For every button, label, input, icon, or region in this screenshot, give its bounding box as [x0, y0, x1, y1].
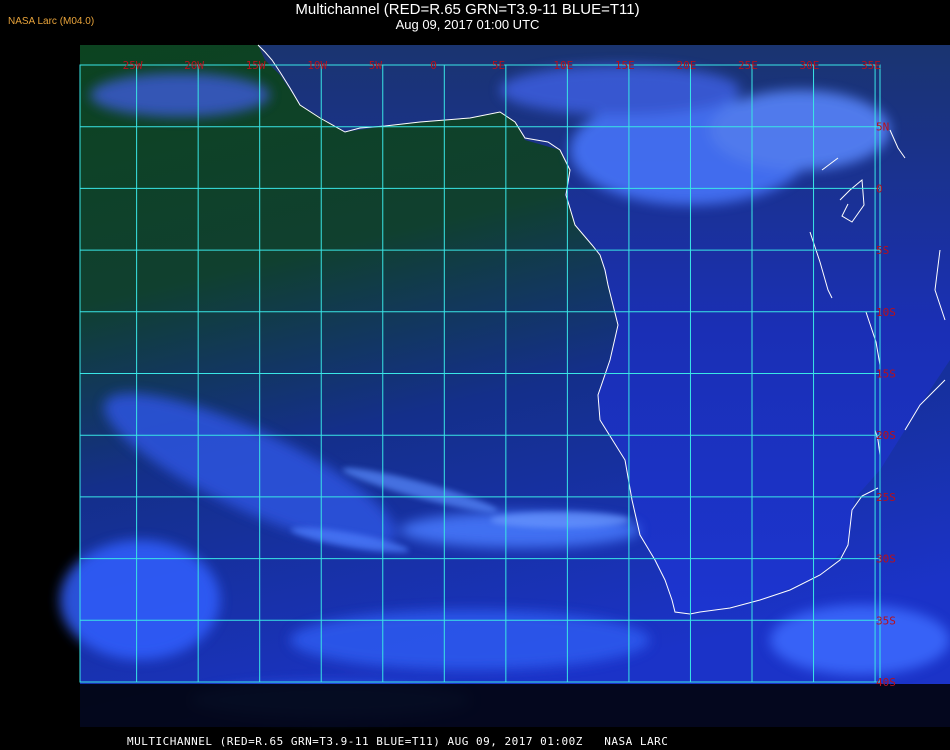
lat-label: 15S [876, 368, 896, 381]
lat-label: 35S [876, 614, 896, 627]
lon-label: 35E [861, 59, 881, 72]
lat-label: 20S [876, 429, 896, 442]
lon-label: 20E [676, 59, 696, 72]
empty-scan-area [80, 684, 950, 727]
lat-label: 5S [876, 244, 889, 257]
lon-label: 10W [307, 59, 327, 72]
satellite-map: 25W 20W 15W 10W 5W 0 5E 10E 15E 20E 25E 30E 35E 5N 0 5S… [60, 44, 950, 727]
lon-label: 20W [184, 59, 204, 72]
map-footer-caption: MULTICHANNEL (RED=R.65 GRN=T3.9-11 BLUE=… [127, 735, 669, 748]
lon-label: 0 [430, 59, 437, 72]
lat-label: 10S [876, 306, 896, 319]
lat-label: 25S [876, 491, 896, 504]
lat-label: 0 [876, 182, 883, 195]
lon-label: 10E [553, 59, 573, 72]
lon-label: 15W [246, 59, 266, 72]
lon-label: 30E [800, 59, 820, 72]
lon-label: 25E [738, 59, 758, 72]
lat-label: 40S [876, 676, 896, 689]
lon-label: 25W [123, 59, 143, 72]
lon-label: 5W [369, 59, 383, 72]
lat-label: 30S [876, 553, 896, 566]
lon-label: 15E [615, 59, 635, 72]
lat-label: 5N [876, 121, 889, 134]
lon-label: 5E [492, 59, 505, 72]
